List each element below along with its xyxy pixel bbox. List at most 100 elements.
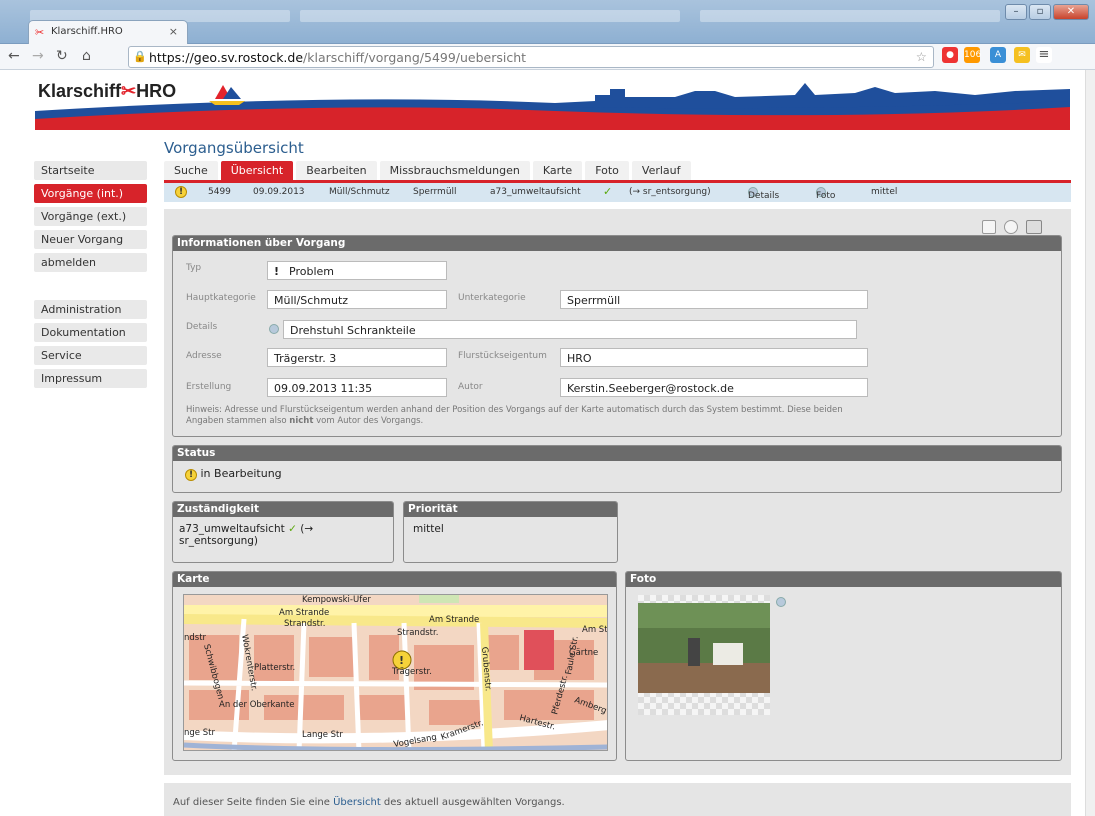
footer-link-uebersicht[interactable]: Übersicht — [333, 797, 381, 808]
menu-icon[interactable]: ≡ — [1036, 47, 1052, 63]
tab-uebersicht[interactable]: Übersicht — [220, 161, 294, 181]
vorgang-id: 5499 — [208, 187, 231, 197]
details-link[interactable]: Details — [748, 187, 779, 201]
map-label: An der Oberkante — [219, 700, 294, 710]
forward-arrow-icon[interactable]: → — [32, 48, 44, 64]
foto-link[interactable]: Foto — [816, 187, 835, 201]
zoom-icon[interactable] — [1004, 220, 1018, 234]
vorgang-forward: (→ sr_entsorgung) — [629, 187, 711, 197]
typ-field: ! Problem — [267, 261, 447, 280]
url-path: /klarschiff/vorgang/5499/uebersicht — [303, 50, 527, 65]
erstellung-field: 09.09.2013 11:35 — [267, 378, 447, 397]
adblock-icon[interactable]: ● — [942, 47, 958, 63]
autor-field: Kerstin.Seeberger@rostock.de — [560, 378, 868, 397]
sidebar-item-vorgaenge-ext[interactable]: Vorgänge (ext.) — [34, 207, 147, 226]
reload-icon[interactable]: ↻ — [56, 48, 68, 64]
map-label: nge Str — [184, 728, 215, 738]
tab-close-icon[interactable]: × — [169, 25, 178, 38]
map-marker-text: ! — [399, 654, 404, 667]
foto-header: Foto — [626, 572, 1061, 587]
magnifier-icon[interactable] — [269, 324, 279, 334]
home-icon[interactable]: ⌂ — [82, 48, 91, 64]
vorgang-priority: mittel — [871, 187, 898, 197]
footer-text-a: Auf dieser Seite finden Sie eine — [173, 797, 334, 808]
page-footer: Auf dieser Seite finden Sie eine Übersic… — [164, 783, 1071, 816]
details-field: Drehstuhl Schrankteile — [283, 320, 857, 339]
typ-value: Problem — [289, 265, 335, 278]
flurstueck-field: HRO — [560, 348, 868, 367]
sidebar-item-administration[interactable]: Administration — [34, 300, 147, 319]
back-arrow-icon[interactable]: ← — [8, 48, 20, 64]
karte-header: Karte — [173, 572, 616, 587]
browser-toolbar: ← → ↻ ⌂ 🔒 https://geo.sv.rostock.de/klar… — [0, 44, 1095, 70]
star-icon[interactable]: ☆ — [916, 49, 927, 64]
lock-icon: 🔒 — [133, 50, 147, 63]
mail-icon[interactable] — [982, 220, 996, 234]
typ-label: Typ — [186, 263, 202, 273]
sidebar-item-vorgaenge-int[interactable]: Vorgänge (int.) — [34, 184, 147, 203]
tab-missbrauchsmeldungen[interactable]: Missbrauchsmeldungen — [379, 161, 530, 181]
erstellung-label: Erstellung — [186, 382, 232, 392]
sidebar: Startseite Vorgänge (int.) Vorgänge (ext… — [34, 161, 147, 392]
adresse-field: Trägerstr. 3 — [267, 348, 447, 367]
zustaendigkeit-header: Zuständigkeit — [173, 502, 393, 517]
magnifier-icon[interactable] — [776, 597, 786, 607]
content-area: Informationen über Vorgang Typ ! Problem … — [164, 209, 1071, 775]
map-label: Am Strande — [279, 608, 329, 618]
logo-text-a: Klarschiff — [38, 81, 122, 101]
site-banner: Klarschiff✂HRO — [35, 77, 1070, 130]
address-bar[interactable]: 🔒 https://geo.sv.rostock.de/klarschiff/v… — [128, 46, 934, 68]
skyline-banner-graphic — [35, 83, 1070, 130]
logo-text-b: HRO — [136, 81, 177, 101]
info-hint: Hinweis: Adresse und Flurstückseigentum … — [186, 405, 876, 427]
close-window-button[interactable]: ✕ — [1053, 4, 1089, 20]
map-label: Kempowski-Ufer — [302, 595, 371, 605]
status-line: ! in Bearbeitung — [185, 467, 282, 481]
photo-image — [638, 603, 770, 693]
details-label: Details — [186, 322, 218, 332]
map-label: Strandstr. — [284, 619, 325, 629]
map-view[interactable]: ! Kempowski-Ufer Am Strande Strandstr. A… — [183, 594, 608, 751]
map-label: Am St — [582, 625, 608, 635]
blurred-taskbar — [700, 10, 1000, 22]
print-icon[interactable] — [1026, 220, 1042, 234]
status-value: in Bearbeitung — [200, 467, 282, 480]
tab-karte[interactable]: Karte — [532, 161, 583, 181]
photo-thumbnail[interactable] — [638, 595, 770, 715]
tab-verlauf[interactable]: Verlauf — [631, 161, 691, 181]
sidebar-item-startseite[interactable]: Startseite — [34, 161, 147, 180]
tab-title: Klarschiff.HRO — [51, 26, 123, 37]
vorgang-info-bar: ! 5499 09.09.2013 Müll/Schmutz Sperrmüll… — [164, 183, 1071, 202]
browser-tab[interactable]: ✂ Klarschiff.HRO × — [28, 20, 188, 44]
tab-bearbeiten[interactable]: Bearbeiten — [296, 161, 377, 181]
sidebar-item-dokumentation[interactable]: Dokumentation — [34, 323, 147, 342]
unterkategorie-label: Unterkategorie — [458, 293, 526, 303]
tab-foto[interactable]: Foto — [585, 161, 629, 181]
flurstueck-label: Flurstückseigentum — [458, 351, 547, 361]
prioritaet-value: mittel — [413, 523, 444, 535]
sidebar-item-abmelden[interactable]: abmelden — [34, 253, 147, 272]
klarschiff-logo[interactable]: Klarschiff✂HRO — [38, 81, 176, 102]
footer-text-b: des aktuell ausgewählten Vorgangs. — [380, 797, 565, 808]
map-label: ndstr — [184, 633, 207, 643]
minimize-button[interactable]: – — [1005, 4, 1027, 20]
sidebar-item-neuer-vorgang[interactable]: Neuer Vorgang — [34, 230, 147, 249]
maximize-button[interactable]: ▫ — [1029, 4, 1051, 20]
browser-titlebar: ✂ Klarschiff.HRO × – ▫ ✕ — [0, 0, 1095, 44]
sidebar-item-impressum[interactable]: Impressum — [34, 369, 147, 388]
vorgang-category: Müll/Schmutz — [329, 187, 390, 197]
map-label: Platterstr. — [254, 663, 295, 673]
page-scrollbar[interactable] — [1085, 70, 1095, 816]
translate-icon[interactable]: A — [990, 47, 1006, 63]
mail-icon[interactable]: ✉ — [1014, 47, 1030, 63]
tab-bar: Suche Übersicht Bearbeiten Missbrauchsme… — [164, 161, 694, 181]
check-icon: ✓ — [288, 523, 297, 535]
sidebar-item-service[interactable]: Service — [34, 346, 147, 365]
exclamation-icon: ! — [274, 265, 280, 278]
info-panel: Informationen über Vorgang Typ ! Problem … — [172, 235, 1062, 437]
feed-icon[interactable]: 106 — [964, 47, 981, 63]
zustaendigkeit-value: a73_umweltaufsicht ✓ (→ sr_entsorgung) — [179, 523, 379, 547]
tab-suche[interactable]: Suche — [164, 161, 218, 181]
foto-label: Foto — [816, 191, 836, 201]
